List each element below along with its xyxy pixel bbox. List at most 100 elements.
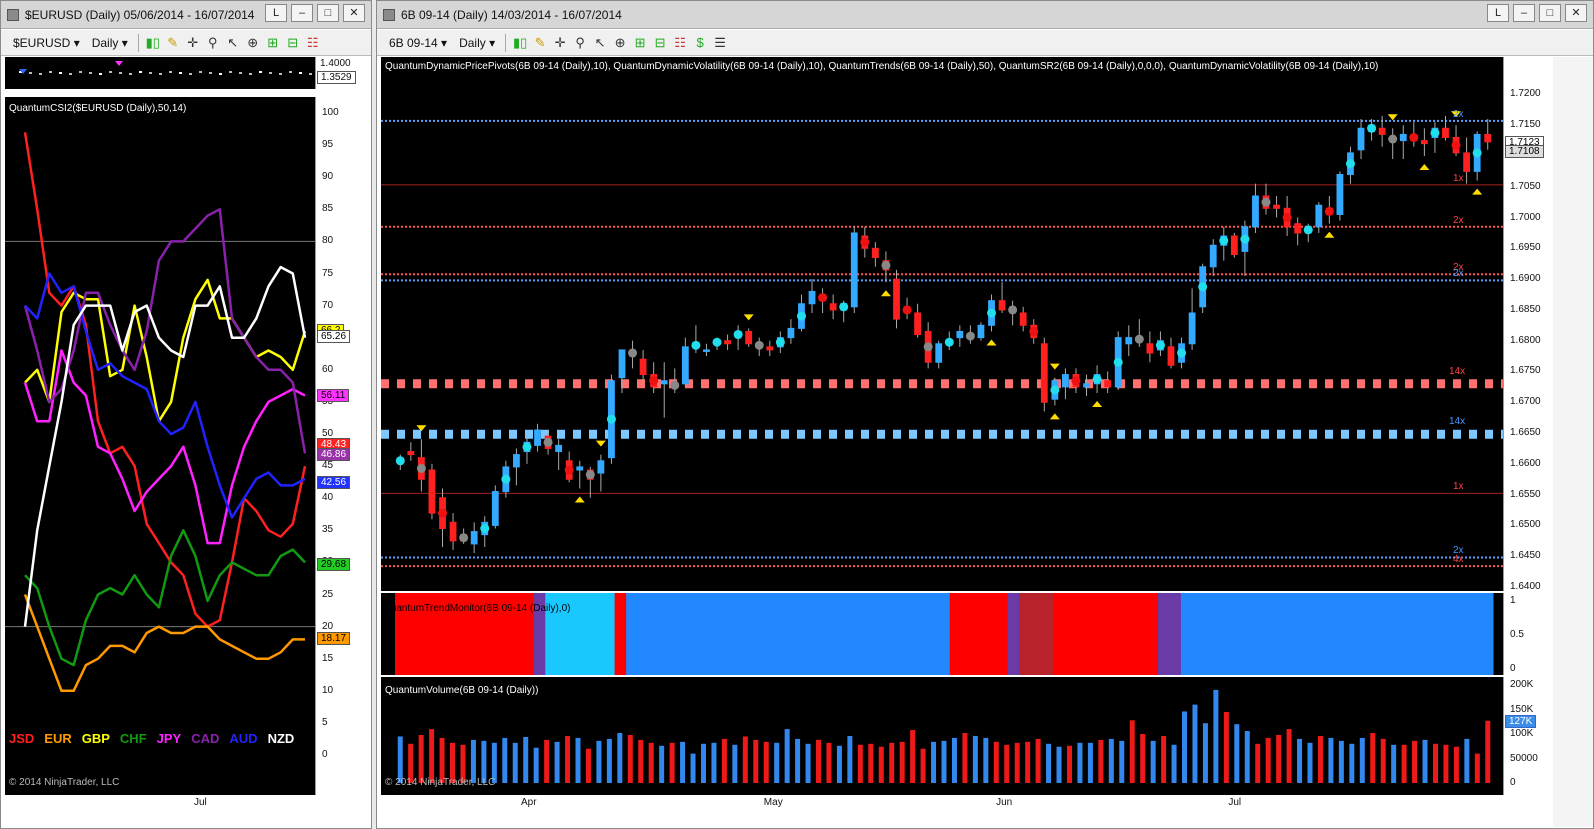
- axis-tick-label: 45: [322, 460, 334, 472]
- chart-toolbar: 6B 09-14 ▾ Daily ▾ ▮▯ ✎ ✛ ⚲ ↖ ⊕ ⊞ ⊟ ☷ $ …: [377, 30, 1593, 56]
- price-tick-label: 1.6500: [1510, 519, 1541, 531]
- trend-segment: [626, 593, 951, 675]
- price-tick-label: 1.6850: [1510, 303, 1541, 315]
- trend-dot: [1198, 282, 1208, 292]
- price-tick-label: 1.6950: [1510, 242, 1541, 254]
- candle-body: [491, 491, 499, 526]
- chart-window-icon: [383, 9, 395, 21]
- link-button[interactable]: L: [1487, 4, 1509, 22]
- candle-body: [977, 324, 985, 339]
- candle-body: [449, 521, 457, 542]
- link-button[interactable]: L: [265, 4, 287, 22]
- level-multiplier-label: 2x: [1453, 214, 1464, 226]
- interval-selector[interactable]: Daily ▾: [88, 34, 132, 52]
- candle-body: [407, 451, 415, 456]
- level-multiplier-label: 1x: [1453, 172, 1464, 184]
- interval-selector[interactable]: Daily ▾: [455, 34, 499, 52]
- 6b-chart-window[interactable]: 6B 09-14 (Daily) 14/03/2014 - 16/07/2014…: [376, 0, 1594, 829]
- trend-dot: [818, 293, 828, 303]
- instrument-selector[interactable]: $EURUSD ▾: [9, 34, 84, 52]
- volume-bar: [1014, 742, 1020, 783]
- legend-item: EUR: [44, 731, 72, 746]
- eurusd-chart-window[interactable]: $EURUSD (Daily) 05/06/2014 - 16/07/2014 …: [0, 0, 372, 829]
- pin-icon[interactable]: ⚲: [205, 35, 221, 51]
- data-box-icon[interactable]: ☰: [712, 35, 728, 51]
- level-multiplier-label: 14x: [1449, 416, 1466, 428]
- indicators-icon[interactable]: ⊞: [265, 35, 281, 51]
- price-tag: 1.3529: [317, 71, 356, 84]
- price-panel[interactable]: QuantumDynamicPricePivots(6B 09-14 (Dail…: [381, 57, 1503, 591]
- volume-bar: [1338, 740, 1344, 783]
- zoom-icon[interactable]: ⊕: [245, 35, 261, 51]
- volume-bar: [847, 735, 853, 783]
- minimize-icon[interactable]: –: [1513, 4, 1535, 22]
- maximize-icon[interactable]: □: [1539, 4, 1561, 22]
- volume-bar: [972, 735, 978, 783]
- pin-icon[interactable]: ⚲: [572, 35, 588, 51]
- axis-tick-label: 20: [322, 620, 334, 632]
- trend-dot: [606, 414, 616, 424]
- volume-axis: 200K 150K 100K 50000 0 127K: [1503, 677, 1553, 795]
- axis-tick-label: 80: [322, 235, 334, 247]
- csi-indicator-panel[interactable]: QuantumCSI2($EURUSD (Daily),50,14) JSD EU…: [5, 97, 315, 795]
- zoom-icon[interactable]: ⊕: [612, 35, 628, 51]
- trend-dot: [1430, 128, 1440, 138]
- bar-type-icon[interactable]: ▮▯: [145, 35, 161, 51]
- volume-bar: [1066, 745, 1072, 783]
- candle-body: [1209, 244, 1217, 268]
- indicators-icon[interactable]: ⊞: [632, 35, 648, 51]
- trend-dot: [670, 380, 680, 390]
- properties-icon[interactable]: ☷: [672, 35, 688, 51]
- volume-bar: [638, 739, 644, 783]
- strategies-icon[interactable]: ⊟: [652, 35, 668, 51]
- axis-tick-label: 5: [322, 716, 328, 728]
- candle-body: [1146, 343, 1154, 354]
- price-tick-label: 1.6750: [1510, 365, 1541, 377]
- pointer-icon[interactable]: ↖: [225, 35, 241, 51]
- mini-candle: [299, 72, 302, 74]
- mini-candle: [39, 73, 42, 75]
- volume-bar: [1119, 740, 1125, 783]
- trend-dot: [944, 337, 954, 347]
- axis-tick-label: 40: [322, 492, 334, 504]
- volume-bar: [711, 742, 717, 783]
- pencil-icon[interactable]: ✎: [532, 35, 548, 51]
- properties-icon[interactable]: ☷: [305, 35, 321, 51]
- csi-series-line: [24, 272, 306, 519]
- trend-panel-label: QuantumTrendMonitor(6B 09-14 (Daily),0): [383, 603, 571, 614]
- window-title: 6B 09-14 (Daily) 14/03/2014 - 16/07/2014: [401, 8, 622, 22]
- volume-bar: [868, 743, 874, 783]
- title-bar[interactable]: 6B 09-14 (Daily) 14/03/2014 - 16/07/2014…: [377, 1, 1593, 29]
- candle-body: [1019, 312, 1027, 326]
- chart-trader-icon[interactable]: $: [692, 35, 708, 51]
- strategies-icon[interactable]: ⊟: [285, 35, 301, 51]
- volume-bar: [920, 748, 926, 783]
- trend-dot: [1134, 334, 1144, 344]
- close-icon[interactable]: ✕: [343, 4, 365, 22]
- volume-bar: [1223, 711, 1229, 783]
- volume-bar: [1485, 720, 1491, 783]
- trend-dot: [501, 474, 511, 484]
- maximize-icon[interactable]: □: [317, 4, 339, 22]
- volume-bar: [544, 739, 550, 783]
- pointer-icon[interactable]: ↖: [592, 35, 608, 51]
- mini-price-panel[interactable]: [5, 57, 315, 89]
- volume-panel[interactable]: QuantumVolume(6B 09-14 (Daily)) © 2014 N…: [381, 677, 1503, 795]
- volume-bar: [836, 745, 842, 783]
- crosshair-icon[interactable]: ✛: [185, 35, 201, 51]
- volume-bar: [1087, 742, 1093, 783]
- trend-tick-label: 0: [1510, 663, 1516, 674]
- mini-candle: [139, 71, 142, 73]
- title-bar[interactable]: $EURUSD (Daily) 05/06/2014 - 16/07/2014 …: [1, 1, 371, 29]
- value-tag: 29.68: [317, 558, 351, 572]
- pencil-icon[interactable]: ✎: [165, 35, 181, 51]
- trend-monitor-panel[interactable]: QuantumTrendMonitor(6B 09-14 (Daily),0): [381, 593, 1503, 675]
- mini-candle: [119, 72, 122, 74]
- close-icon[interactable]: ✕: [1565, 4, 1587, 22]
- bar-type-icon[interactable]: ▮▯: [512, 35, 528, 51]
- mini-price-axis: 1.4000 1.3529: [315, 57, 369, 89]
- minimize-icon[interactable]: –: [291, 4, 313, 22]
- crosshair-icon[interactable]: ✛: [552, 35, 568, 51]
- candle-body: [998, 300, 1006, 311]
- instrument-selector[interactable]: 6B 09-14 ▾: [385, 34, 451, 52]
